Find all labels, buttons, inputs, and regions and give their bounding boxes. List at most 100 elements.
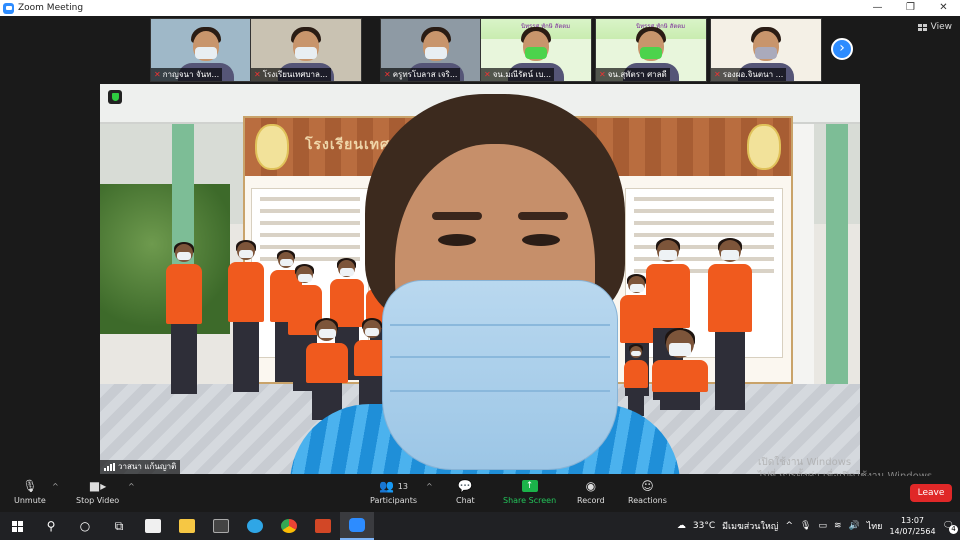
speaker-person: [290, 94, 680, 474]
muted-mic-icon: ✕: [254, 70, 261, 79]
weather-cloud-icon[interactable]: ☁: [677, 521, 686, 531]
title-bar: Zoom Meeting — ❐ ✕: [0, 0, 960, 16]
emblem-icon: [747, 124, 781, 170]
powerpoint-app[interactable]: [306, 512, 340, 540]
window-controls: — ❐ ✕: [861, 0, 960, 16]
microphone-icon[interactable]: 🎙: [800, 521, 811, 531]
unmute-button[interactable]: 🎙 Unmute: [14, 478, 46, 505]
store-app[interactable]: [136, 512, 170, 540]
participant-name-label: ✕ ครูทรโบลาส เจริ...: [381, 68, 461, 81]
search-button[interactable]: ⚲: [34, 512, 68, 540]
leave-button[interactable]: Leave: [910, 484, 952, 502]
notification-count: 4: [949, 525, 958, 534]
windows-logo-icon: [11, 520, 23, 532]
start-button[interactable]: [0, 512, 34, 540]
video-camera-icon: ■▸: [88, 479, 107, 493]
participants-count: 13: [397, 481, 408, 491]
clapperboard-icon: [213, 519, 229, 533]
background-person: [708, 238, 752, 410]
system-tray: ☁ 33°C มีเมฆส่วนใหญ่ ^ 🎙 ▭ ≋ 🔊 ไทย 13:07…: [677, 515, 960, 537]
zoom-logo-icon: [3, 2, 14, 14]
chat-button[interactable]: 💬 Chat: [456, 478, 475, 505]
background-person: [166, 242, 202, 394]
media-app[interactable]: [204, 512, 238, 540]
minimize-button[interactable]: —: [861, 0, 894, 16]
share-screen-button[interactable]: ↑ Share Screen: [503, 478, 556, 505]
active-speaker-video[interactable]: โรงเรียนเทศบาล ๓ วัดกลางขอนแก่น: [100, 84, 860, 474]
participant-name: จน.สุพัตรา ศาลดี: [607, 70, 667, 79]
clock[interactable]: 13:07 14/07/2564: [889, 515, 935, 537]
zoom-icon: [349, 518, 365, 532]
search-icon: ⚲: [46, 519, 56, 533]
participant-thumbnail[interactable]: ✕ ครูทรโบลาส เจริ...: [380, 18, 492, 82]
maximize-button[interactable]: ❐: [894, 0, 927, 16]
participant-thumbnail[interactable]: นิทรรศ ทักษิ สัตตม ✕ จน.มณีรัตน์ เบ...: [480, 18, 592, 82]
network-icon[interactable]: ▭: [818, 521, 827, 531]
wifi-icon[interactable]: ≋: [834, 521, 842, 531]
notification-center[interactable]: 🗨 4: [943, 521, 958, 534]
speaker-name: วาสนา แก้นญาติ: [118, 462, 177, 471]
cortana-button[interactable]: ○: [68, 512, 102, 540]
view-button[interactable]: View: [917, 22, 952, 32]
muted-mic-icon: ✕: [384, 70, 391, 79]
participant-name-label: ✕ รองผอ.จินตนา ...: [711, 68, 787, 81]
clock-date: 14/07/2564: [889, 527, 936, 536]
edge-icon: [247, 519, 263, 533]
file-explorer-app[interactable]: [170, 512, 204, 540]
meeting-stage: View ✕ กาญจนา จันท... ✕ โรงเรียนเทศบาล..…: [0, 16, 960, 476]
smiley-plus-icon: ☺: [641, 479, 654, 493]
powerpoint-icon: [315, 519, 331, 533]
task-view-button[interactable]: ⧉: [102, 512, 136, 540]
muted-mic-icon: ✕: [484, 70, 491, 79]
speaker-name-label: วาสนา แก้นญาติ: [100, 460, 181, 474]
participant-name: โรงเรียนเทศบาล...: [262, 70, 328, 79]
stop-video-button[interactable]: ■▸ Stop Video: [76, 478, 119, 505]
view-button-label: View: [930, 22, 952, 32]
encryption-shield-icon[interactable]: [108, 90, 122, 104]
audio-options-caret[interactable]: ^: [52, 482, 59, 491]
volume-icon[interactable]: 🔊: [849, 521, 860, 531]
participant-thumbnail[interactable]: ✕ กาญจนา จันท...: [150, 18, 262, 82]
record-icon: ◉: [585, 479, 597, 493]
muted-mic-icon: 🎙: [22, 479, 38, 493]
edge-app[interactable]: [238, 512, 272, 540]
store-icon: [145, 519, 161, 533]
participant-thumbnail[interactable]: นิทรรศ ทักษิ สัตตม ✕ จน.สุพัตรา ศาลดี: [595, 18, 707, 82]
emblem-icon: [255, 124, 289, 170]
participant-name-label: ✕ กาญจนา จันท...: [151, 68, 223, 81]
participant-thumbnail[interactable]: ✕ โรงเรียนเทศบาล...: [250, 18, 362, 82]
pillar: [826, 124, 848, 424]
close-button[interactable]: ✕: [927, 0, 960, 16]
participant-name-label: ✕ โรงเรียนเทศบาล...: [251, 68, 331, 81]
window-title: Zoom Meeting: [18, 3, 84, 13]
participants-options-caret[interactable]: ^: [426, 482, 433, 491]
signal-strength-icon: [104, 463, 115, 471]
participant-name-label: ✕ จน.มณีรัตน์ เบ...: [481, 68, 555, 81]
participant-name: กาญจนา จันท...: [162, 70, 220, 79]
weather-text[interactable]: มีเมฆส่วนใหญ่: [722, 519, 778, 533]
reactions-button[interactable]: ☺ Reactions: [628, 478, 667, 505]
record-button[interactable]: ◉ Record: [577, 478, 605, 505]
next-page-button[interactable]: ›: [831, 38, 853, 60]
chrome-app[interactable]: [272, 512, 306, 540]
participants-icon: 👥: [379, 479, 394, 493]
pillar: [792, 124, 814, 424]
participant-thumbnail[interactable]: ✕ รองผอ.จินตนา ...: [710, 18, 822, 82]
muted-mic-icon: ✕: [154, 70, 161, 79]
participant-name: รองผอ.จินตนา ...: [722, 70, 784, 79]
grid-view-icon: [917, 23, 927, 31]
zoom-app[interactable]: [340, 512, 374, 540]
temperature[interactable]: 33°C: [693, 521, 715, 531]
meeting-toolbar: 🎙 Unmute ^ ■▸ Stop Video ^ 👥 13 Particip…: [0, 476, 960, 512]
participant-name: จน.มณีรัตน์ เบ...: [492, 70, 552, 79]
participant-name-label: ✕ จน.สุพัตรา ศาลดี: [596, 68, 670, 81]
chrome-icon: [281, 519, 297, 533]
face-mask: [382, 280, 618, 470]
video-options-caret[interactable]: ^: [128, 482, 135, 491]
tray-caret-icon[interactable]: ^: [785, 521, 793, 531]
input-language[interactable]: ไทย: [867, 519, 883, 533]
participants-button[interactable]: 👥 13 Participants: [370, 478, 417, 505]
participant-name: ครูทรโบลาส เจริ...: [392, 70, 458, 79]
folder-icon: [179, 519, 195, 533]
muted-mic-icon: ✕: [714, 70, 721, 79]
